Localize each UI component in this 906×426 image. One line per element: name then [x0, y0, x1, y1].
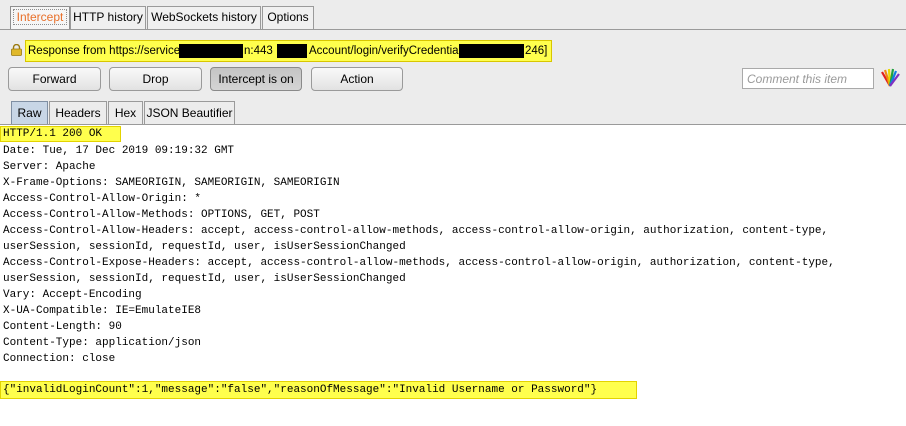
header-line: X-UA-Compatible: IE=EmulateIE8: [3, 305, 202, 317]
header-line: Content-Type: application/json: [3, 337, 202, 349]
header-line: Access-Control-Allow-Methods: OPTIONS, G…: [3, 209, 320, 221]
response-source-path: Account/login/verifyCredential: [309, 45, 462, 57]
subtab-json-beautifier[interactable]: JSON Beautifier: [144, 101, 235, 124]
response-source-bar: Response from https://services n:443 Acc…: [25, 40, 552, 62]
response-source-prefix: Response from https://services: [28, 45, 186, 57]
header-line: userSession, sessionId, requestId, user,…: [3, 273, 406, 285]
header-line: Access-Control-Allow-Headers: accept, ac…: [3, 225, 829, 237]
tab-http-history[interactable]: HTTP history: [70, 6, 146, 29]
header-line: Vary: Accept-Encoding: [3, 289, 142, 301]
subtab-headers[interactable]: Headers: [49, 101, 107, 124]
highlight-color-picker-icon[interactable]: [879, 68, 901, 88]
header-line: Content-Length: 90: [3, 321, 122, 333]
tab-options[interactable]: Options: [262, 6, 314, 29]
header-line: Date: Tue, 17 Dec 2019 09:19:32 GMT: [3, 145, 235, 157]
header-line: Access-Control-Allow-Origin: *: [3, 193, 202, 205]
redacted-block-host: [179, 44, 243, 58]
lock-icon: [11, 44, 22, 56]
response-source-end: 246]: [525, 45, 548, 57]
response-body-json: {"invalidLoginCount":1,"message":"false"…: [3, 384, 598, 396]
tab-websockets-history[interactable]: WebSockets history: [147, 6, 261, 29]
header-line: X-Frame-Options: SAMEORIGIN, SAMEORIGIN,…: [3, 177, 340, 189]
status-line: HTTP/1.1 200 OK: [3, 128, 103, 140]
forward-button[interactable]: Forward: [8, 67, 101, 91]
redacted-block-domain: [277, 44, 307, 58]
header-line: userSession, sessionId, requestId, user,…: [3, 241, 406, 253]
tab-http-history-label: HTTP history: [73, 10, 143, 24]
header-line: Server: Apache: [3, 161, 96, 173]
tab-intercept[interactable]: Intercept: [10, 6, 70, 29]
drop-button[interactable]: Drop: [109, 67, 202, 91]
header-line: Access-Control-Expose-Headers: accept, a…: [3, 257, 835, 269]
redacted-block-ip: [459, 44, 524, 58]
tab-websockets-history-label: WebSockets history: [151, 10, 257, 24]
raw-response-editor[interactable]: HTTP/1.1 200 OK Date: Tue, 17 Dec 2019 0…: [0, 125, 906, 426]
tab-intercept-label: Intercept: [12, 9, 68, 25]
intercept-toggle-button[interactable]: Intercept is on: [210, 67, 302, 91]
subtab-hex[interactable]: Hex: [108, 101, 143, 124]
response-source-port: n:443: [244, 45, 273, 57]
header-line: Connection: close: [3, 353, 116, 365]
subtab-raw[interactable]: Raw: [11, 101, 48, 124]
action-button[interactable]: Action: [311, 67, 403, 91]
comment-input[interactable]: [742, 68, 874, 89]
tab-options-label: Options: [267, 10, 309, 24]
